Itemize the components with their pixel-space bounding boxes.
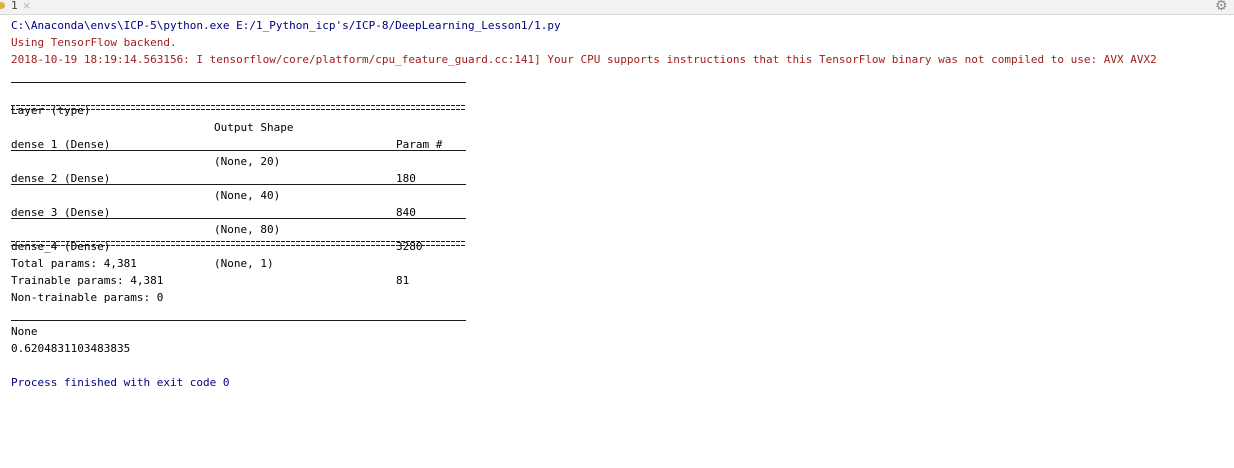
row-divider bbox=[11, 218, 466, 219]
gear-icon[interactable]: ⚙ bbox=[1215, 0, 1229, 13]
non-trainable-params: Non-trainable params: 0 bbox=[11, 291, 164, 304]
total-params: Total params: 4,381 bbox=[11, 257, 137, 270]
summary-row: dense_3 (Dense) (None, 80) 3280 bbox=[11, 187, 466, 253]
summary-footer-divider bbox=[11, 241, 466, 246]
trainable-params: Trainable params: 4,381 bbox=[11, 274, 164, 287]
row-divider bbox=[11, 184, 466, 185]
cpu-warning-message: 2018-10-19 18:19:14.563156: I tensorflow… bbox=[11, 53, 1157, 66]
close-tab-icon[interactable]: × bbox=[22, 0, 31, 11]
summary-top-rule bbox=[11, 82, 466, 83]
tab-label: 1 bbox=[11, 0, 18, 12]
summary-row: dense_4 (Dense) (None, 1) 81 bbox=[11, 221, 466, 287]
run-command-line: C:\Anaconda\envs\ICP-5\python.exe E:/1_P… bbox=[11, 19, 561, 32]
console-tab-bar: 1 × ⚙ bbox=[0, 0, 1234, 15]
summary-bottom-rule bbox=[11, 320, 466, 321]
exit-message: Process finished with exit code 0 bbox=[11, 376, 230, 389]
backend-message: Using TensorFlow backend. bbox=[11, 36, 177, 49]
row-divider bbox=[11, 150, 466, 151]
summary-header-divider bbox=[11, 105, 466, 110]
summary-row: dense_2 (Dense) (None, 40) 840 bbox=[11, 153, 466, 219]
summary-header-row: Layer (type) Output Shape Param # bbox=[11, 85, 466, 151]
score-output: 0.6204831103483835 bbox=[11, 342, 131, 355]
layer-param-count: 81 bbox=[396, 274, 410, 287]
summary-row: dense_1 (Dense) (None, 20) 180 bbox=[11, 119, 466, 185]
layer-output-shape: (None, 1) bbox=[214, 257, 274, 270]
console-tab[interactable]: 1 × bbox=[0, 0, 34, 14]
none-output: None bbox=[11, 325, 38, 338]
run-tab-icon bbox=[0, 2, 5, 9]
